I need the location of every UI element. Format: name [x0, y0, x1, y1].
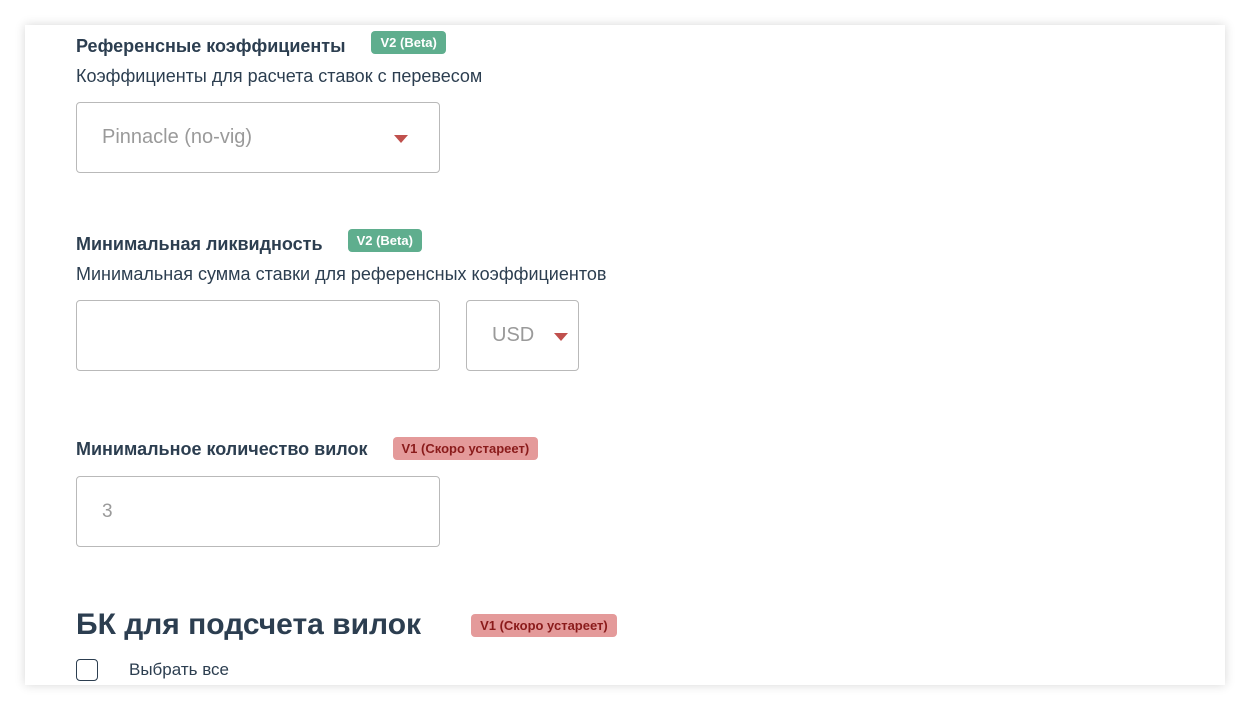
settings-panel: Референсные коэффициенты V2 (Beta) Коэфф… [25, 25, 1225, 685]
currency-select[interactable]: USD [466, 300, 579, 371]
select-all-row[interactable]: Выбрать все [76, 659, 617, 681]
chevron-down-icon [554, 333, 568, 341]
min-liquidity-label-row: Минимальная ликвидность V2 (Beta) [76, 229, 606, 255]
min-forks-input[interactable]: 3 [76, 476, 440, 547]
bookmakers-title: БК для подсчета вилок [76, 608, 422, 641]
currency-select-value: USD [492, 324, 535, 346]
bookmakers-title-row: БК для подсчета вилок V1 (Скоро устареет… [76, 607, 617, 643]
reference-odds-description: Коэффициенты для расчета ставок с переве… [76, 66, 483, 86]
min-liquidity-amount-input[interactable] [76, 300, 440, 371]
chevron-down-icon [394, 135, 408, 143]
select-all-label[interactable]: Выбрать все [129, 660, 229, 680]
min-liquidity-inputs: USD [76, 300, 606, 371]
min-forks-label: Минимальное количество вилок [76, 438, 368, 459]
deprecated-badge: V1 (Скоро устареет) [392, 437, 539, 460]
beta-badge: V2 (Beta) [371, 31, 446, 54]
min-forks-label-row: Минимальное количество вилок V1 (Скоро у… [76, 437, 539, 460]
min-forks-section: Минимальное количество вилок V1 (Скоро у… [76, 437, 539, 547]
bookmakers-section: БК для подсчета вилок V1 (Скоро устареет… [76, 607, 617, 681]
reference-odds-label-row: Референсные коэффициенты V2 (Beta) [76, 31, 482, 57]
deprecated-badge: V1 (Скоро устареет) [471, 613, 617, 637]
reference-odds-section: Референсные коэффициенты V2 (Beta) Коэфф… [76, 31, 483, 173]
min-liquidity-section: Минимальная ликвидность V2 (Beta) Минима… [76, 229, 607, 371]
min-liquidity-label: Минимальная ликвидность [76, 233, 323, 254]
reference-odds-select-value: Pinnacle (no-vig) [102, 126, 253, 148]
reference-odds-label: Референсные коэффициенты [76, 35, 346, 56]
min-forks-placeholder: 3 [102, 500, 113, 522]
beta-badge: V2 (Beta) [347, 229, 422, 252]
select-all-checkbox[interactable] [76, 659, 98, 681]
reference-odds-select[interactable]: Pinnacle (no-vig) [76, 102, 440, 173]
min-liquidity-description: Минимальная сумма ставки для референсных… [76, 264, 607, 284]
